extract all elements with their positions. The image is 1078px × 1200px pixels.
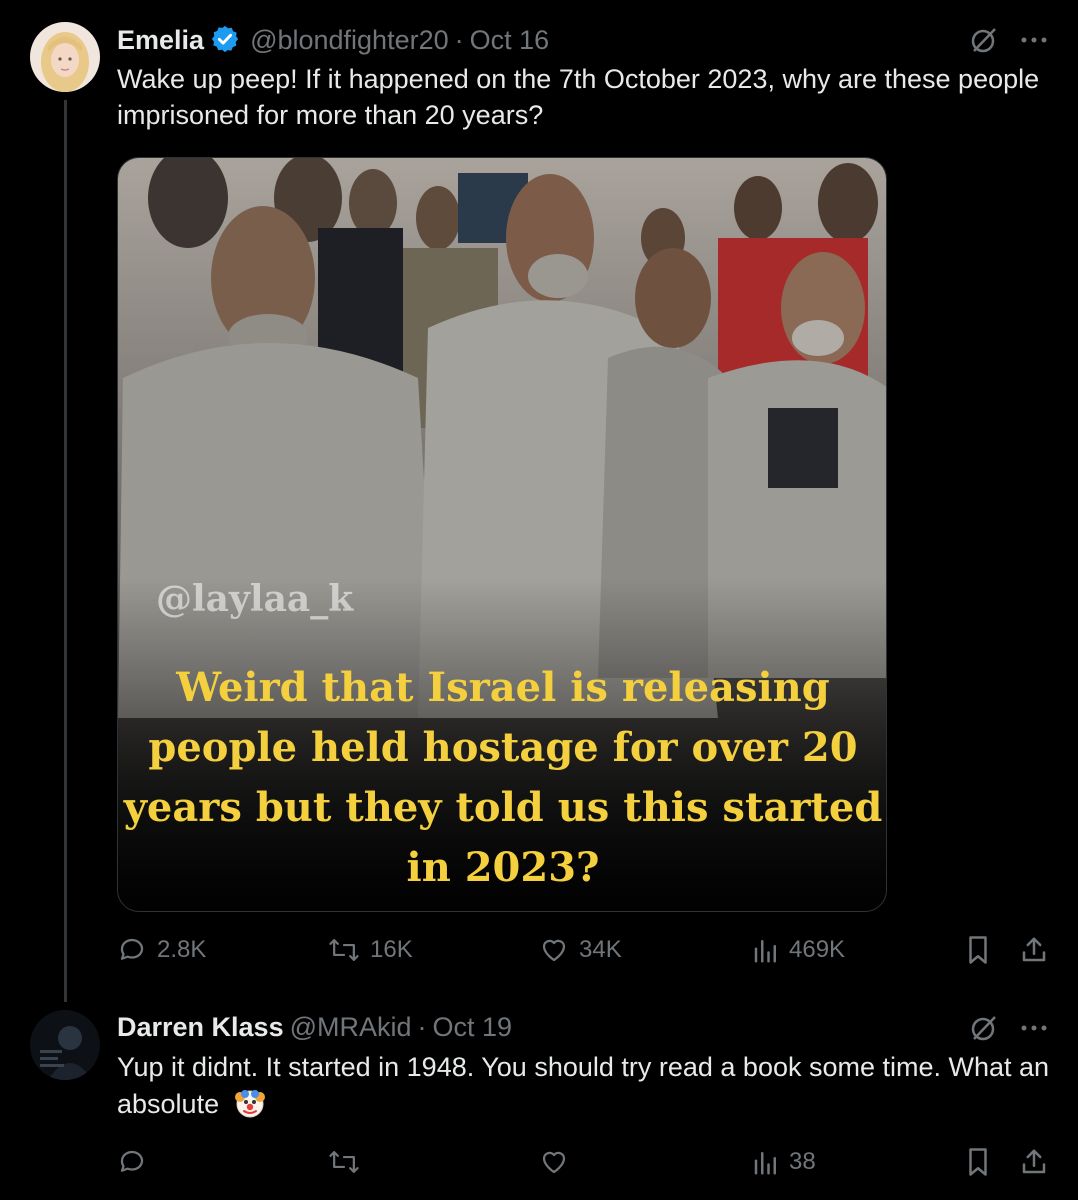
author-name[interactable]: Emelia [117, 24, 204, 56]
post-top-actions [968, 1012, 1048, 1044]
share-button[interactable] [1019, 1142, 1049, 1182]
bookmark-button[interactable] [965, 930, 991, 970]
like-icon [539, 935, 569, 965]
repost-count: 16K [370, 936, 413, 963]
avatar[interactable] [30, 22, 100, 92]
view-count: 469K [789, 936, 846, 963]
like-button[interactable]: 34K [539, 930, 622, 970]
tweet-text: Yup it didnt. It started in 1948. You sh… [117, 1049, 1052, 1128]
reply-button[interactable]: 2.8K [117, 930, 206, 970]
thread-line [64, 100, 67, 1002]
bookmark-button[interactable] [965, 1142, 991, 1182]
tweet-text: Wake up peep! If it happened on the 7th … [117, 64, 1040, 130]
post-top-actions [968, 24, 1048, 56]
like-icon [539, 1147, 569, 1177]
image-caption: Weird that Israel is releasing people he… [123, 664, 883, 891]
more-icon[interactable] [1020, 36, 1048, 44]
separator-dot: · [454, 25, 464, 55]
post-date[interactable]: Oct 19 [433, 1011, 513, 1043]
reply-icon [117, 1147, 147, 1177]
author-handle[interactable]: @MRAkid [290, 1011, 412, 1043]
engagement-bar: 38 [117, 1142, 1052, 1182]
views-button[interactable]: 469K [753, 930, 845, 970]
share-icon [1019, 1147, 1049, 1177]
views-icon [753, 935, 779, 965]
share-icon [1019, 935, 1049, 965]
share-button[interactable] [1019, 930, 1049, 970]
avatar[interactable] [30, 1010, 100, 1080]
clown-face-emoji [233, 1085, 267, 1128]
like-count: 34K [579, 936, 622, 963]
reply-count: 2.8K [157, 936, 207, 963]
bookmark-icon [965, 1147, 991, 1177]
view-count: 38 [789, 1148, 816, 1175]
more-icon[interactable] [1020, 1024, 1048, 1032]
views-icon [753, 1147, 779, 1177]
post-date[interactable]: Oct 16 [470, 24, 550, 56]
grok-icon[interactable] [968, 24, 1000, 56]
bookmark-icon [965, 935, 991, 965]
engagement-bar: 2.8K 16K 34K 469K [117, 930, 1052, 970]
tweet-header: Darren Klass @MRAkid · Oct 19 [117, 1011, 512, 1043]
repost-icon [328, 1147, 360, 1177]
author-name[interactable]: Darren Klass [117, 1011, 284, 1043]
repost-button[interactable] [328, 1142, 370, 1182]
repost-icon [328, 935, 360, 965]
verified-badge-icon [210, 24, 242, 56]
tweet-header: Emelia @blondfighter20 · Oct 16 [117, 24, 549, 56]
repost-button[interactable]: 16K [328, 930, 413, 970]
image-watermark: @laylaa_k [156, 578, 354, 620]
tweet-main[interactable]: Emelia @blondfighter20 · Oct 16 Wake up … [0, 0, 1078, 1002]
reply-icon [117, 935, 147, 965]
reply-button[interactable] [117, 1142, 157, 1182]
views-button[interactable]: 38 [753, 1142, 816, 1182]
like-button[interactable] [539, 1142, 579, 1182]
separator-dot: · [417, 1012, 427, 1042]
tweet-reply[interactable]: Darren Klass @MRAkid · Oct 19 Yup it did… [0, 1000, 1078, 1200]
post-image[interactable]: @laylaa_k Weird that Israel is releasing… [117, 157, 887, 912]
grok-icon[interactable] [968, 1012, 1000, 1044]
author-handle[interactable]: @blondfighter20 [250, 24, 449, 56]
